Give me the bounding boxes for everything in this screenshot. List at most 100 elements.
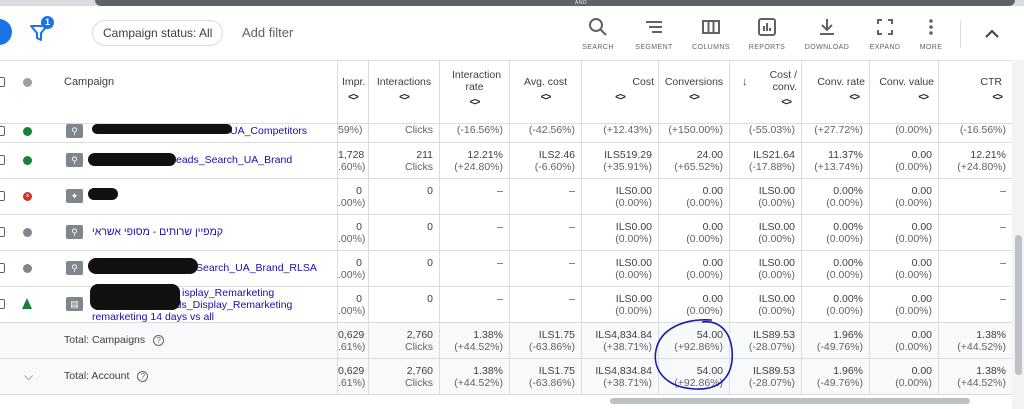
metric-change: .00%) (338, 233, 366, 245)
metric-change: (+92.86%) (674, 341, 723, 353)
sort-descending-icon: ↓ (742, 76, 748, 88)
ctr-column-header[interactable]: CTR <> (938, 61, 1012, 123)
campaign-name-link[interactable]: eads_Search_UA_Brand (176, 154, 292, 166)
conv-value-column-header[interactable]: Conv. value <> (869, 61, 938, 123)
row-checkbox[interactable] (0, 155, 5, 165)
metric-cell: ILS0.00 (0.00%) (581, 287, 658, 322)
metric-change: Clicks (405, 124, 433, 136)
table-row[interactable]: × ✦ 0.00%) 0– – ILS0.00 (0.00%) 0.00 (0.00%) ILS0… (0, 179, 1012, 215)
metric-cell: ILS519.29 (+35.91%) (581, 143, 658, 178)
metric-value: 1.38% (473, 329, 503, 341)
horizontal-scroll-thumb[interactable] (610, 398, 970, 404)
status-pending-icon[interactable] (22, 298, 32, 309)
metric-cell: 0.00 (0.00%) (658, 179, 729, 214)
metric-change: (0.00%) (895, 161, 932, 173)
segment-tool-button[interactable]: SEGMENT (628, 16, 680, 51)
row-checkbox[interactable] (0, 126, 5, 136)
metric-cell: 0.00 (0.00%) (869, 359, 938, 394)
campaign-name-link[interactable]: UA_Competitors (230, 125, 307, 137)
conv-rate-column-header[interactable]: Conv. rate <> (801, 61, 869, 123)
cost-header-label: Cost (632, 76, 654, 88)
search-icon (589, 18, 607, 36)
table-row[interactable]: ⚲ eads_Search_UA_Brand 1,728.60%) 211 Clicks… (0, 143, 1012, 179)
status-paused-icon[interactable] (23, 264, 32, 273)
table-row[interactable]: ⚲ Search_UA_Brand_RLSA 0.00%) 0– – ILS0.00 (0.… (0, 251, 1012, 287)
metric-change: (+65.52%) (674, 161, 723, 173)
chevron-up-icon[interactable] (980, 24, 1004, 44)
table-row[interactable]: ⚲ קמפיין שרותים - מסופי אשראי 0.00%) 0– – ILS… (0, 215, 1012, 251)
table-row[interactable]: ▤ isplay_Remarketing eads_Display_Remarket… (0, 284, 1012, 323)
table-row[interactable]: ⚲ UA_Competitors 59%) Clicks (-16.56%) (-42.5… (0, 124, 1012, 143)
cost-per-conv-column-header[interactable]: ↓ Cost / conv. <> (729, 61, 801, 123)
status-enabled-icon[interactable] (23, 127, 32, 136)
metric-change: (-63.86%) (528, 341, 575, 353)
reports-icon (758, 18, 776, 36)
avg-cost-column-header[interactable]: Avg. cost <> (509, 61, 581, 123)
columns-tool-label: COLUMNS (692, 44, 730, 51)
cost-column-header[interactable]: Cost <> (581, 61, 658, 123)
interactions-header-label: Interactions (376, 76, 432, 88)
row-checkbox[interactable] (0, 227, 5, 237)
metric-value: – (1000, 293, 1006, 305)
campaign-name-link[interactable]: isplay_Remarketing (182, 287, 274, 299)
metric-value: 211 (416, 149, 433, 161)
total-label: Total: Campaigns? (64, 334, 165, 346)
download-tool-button[interactable]: DOWNLOAD (801, 16, 853, 51)
campaign-name-link[interactable]: קמפיין שרותים - מסופי אשראי (92, 226, 223, 238)
campaign-name-link[interactable]: eads_Display_Remarketing (164, 299, 292, 311)
more-tool-button[interactable]: MORE (905, 16, 957, 51)
campaign-status-filter-chip[interactable]: Campaign status: All (92, 20, 224, 46)
campaign-name-link[interactable]: remarketing 14 days vs all (92, 311, 214, 323)
status-paused-icon[interactable] (23, 228, 32, 237)
sort-icon: <> (849, 92, 860, 103)
metric-change: .00%) (338, 197, 366, 209)
impr-column-header[interactable]: Impr. <> (337, 61, 368, 123)
help-icon[interactable]: ? (153, 334, 165, 346)
metric-cell: – (509, 251, 581, 286)
metric-value: ILS89.53 (752, 329, 795, 341)
metric-change: (-28.07%) (748, 377, 795, 389)
metric-change: (0.00%) (826, 233, 863, 245)
metric-cell: – (439, 287, 509, 322)
search-tool-button[interactable]: SEARCH (572, 16, 624, 51)
metric-cell: 0.00%) (337, 251, 368, 286)
metric-cell: 0.00 (0.00%) (869, 179, 938, 214)
metric-change: (0.00%) (686, 197, 723, 209)
metric-value: – (569, 293, 575, 305)
smart-campaign-icon: ✦ (66, 189, 83, 203)
vertical-scroll-thumb[interactable] (1015, 235, 1022, 375)
metric-change: (+24.80%) (454, 161, 503, 173)
metric-value: – (497, 221, 503, 233)
status-enabled-icon[interactable] (23, 156, 32, 165)
metric-cell: 211 Clicks (368, 143, 439, 178)
row-checkbox[interactable] (0, 263, 5, 273)
metric-change: (+13.74%) (814, 161, 863, 173)
interactions-column-header[interactable]: Interactions <> (368, 61, 439, 123)
metric-cell: 0.00%) (337, 179, 368, 214)
metric-value: 0.00 (911, 185, 932, 197)
metric-cell: 0 (368, 215, 439, 250)
status-removed-icon[interactable]: × (23, 192, 32, 201)
add-button[interactable] (0, 19, 12, 45)
row-checkbox[interactable] (0, 191, 5, 201)
chevron-down-icon[interactable]: ⌵ (24, 369, 33, 384)
campaign-name-link[interactable]: Search_UA_Brand_RLSA (196, 262, 317, 274)
total-label: Total: Account? (64, 370, 149, 382)
campaigns-table: Campaign Impr. <> Interactions <> Intera… (0, 60, 1012, 409)
sort-icon: <> (615, 92, 626, 103)
metric-change: (+44.52%) (454, 341, 503, 353)
help-icon[interactable]: ? (137, 370, 149, 382)
expand-tool-button[interactable]: EXPAND (859, 16, 911, 51)
metric-cell: 24.00 (+65.52%) (658, 143, 729, 178)
conversions-column-header[interactable]: Conversions <> (658, 61, 729, 123)
row-checkbox[interactable] (0, 299, 5, 309)
campaign-column-header[interactable]: Campaign (64, 76, 114, 88)
add-filter-button[interactable]: Add filter (242, 25, 293, 40)
select-all-checkbox[interactable] (0, 77, 5, 87)
columns-tool-button[interactable]: COLUMNS (685, 16, 737, 51)
metric-cell: – (938, 215, 1012, 250)
reports-tool-button[interactable]: REPORTS (741, 16, 793, 51)
interaction-rate-column-header[interactable]: Interaction rate <> (439, 61, 509, 123)
metric-value: 0.00 (911, 293, 932, 305)
vertical-scrollbar[interactable] (1012, 60, 1024, 409)
